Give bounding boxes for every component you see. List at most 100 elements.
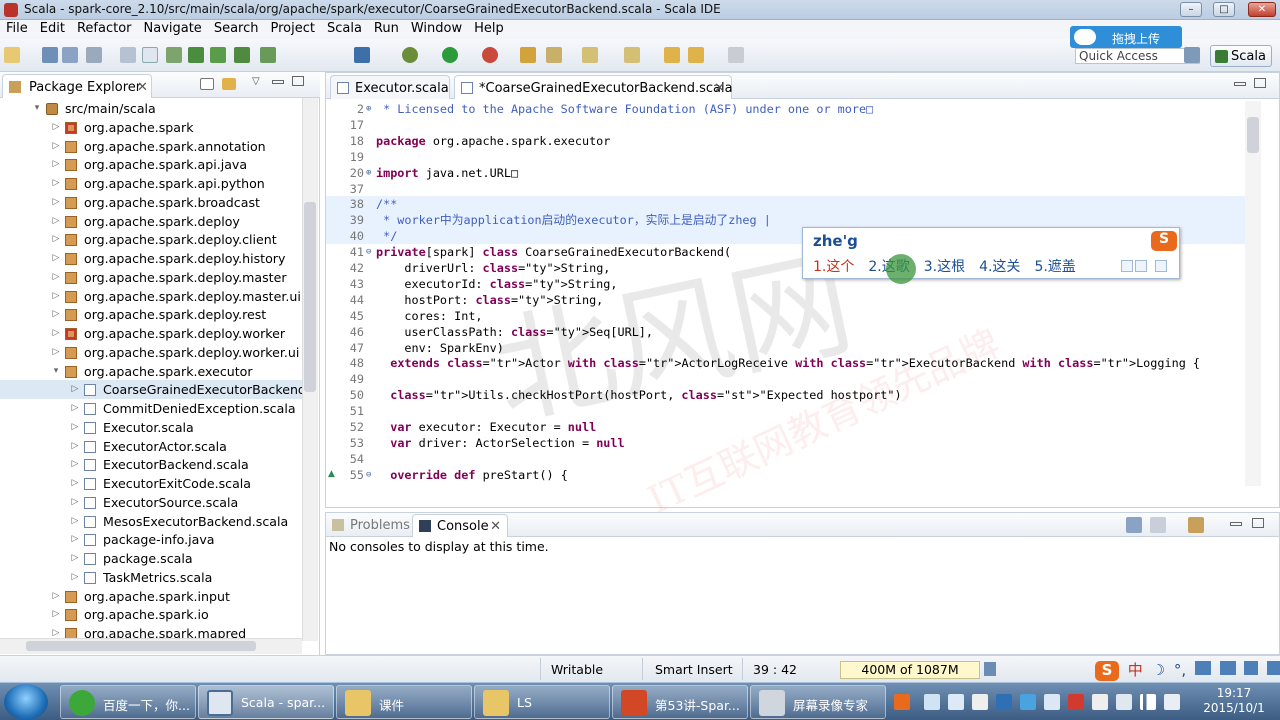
network-tray-icon[interactable] [924, 694, 940, 710]
menu-refactor[interactable]: Refactor [71, 20, 138, 36]
save-icon[interactable] [42, 47, 58, 63]
tree-item[interactable]: ▷ TaskMetrics.scala [0, 568, 302, 587]
taskbar-item-scala-ide[interactable]: Scala - spar... [198, 685, 334, 719]
tree-item[interactable]: ▾ src/main/scala [0, 99, 302, 118]
debug-icon[interactable] [402, 47, 418, 63]
power-icon[interactable] [1116, 694, 1132, 710]
code-line[interactable]: 52 var executor: Executor = null [326, 419, 1256, 435]
expanded-arrow-icon[interactable]: ▾ [32, 99, 42, 118]
menu-search[interactable]: Search [208, 20, 265, 36]
sogou-tray-icon[interactable] [894, 694, 910, 710]
security-tray-icon[interactable] [1044, 694, 1060, 710]
collapsed-arrow-icon[interactable]: ▷ [51, 155, 61, 174]
code-line[interactable]: 38 /** [326, 196, 1256, 213]
tree-item[interactable]: ▷ CommitDeniedException.scala [0, 399, 302, 418]
open-type-icon[interactable] [520, 47, 536, 63]
code-line[interactable]: 37 [326, 181, 1256, 197]
collapsed-arrow-icon[interactable]: ▷ [70, 549, 80, 568]
tree-item[interactable]: ▷ org.apache.spark.deploy.client [0, 230, 302, 249]
tree-item[interactable]: ▷ ExecutorSource.scala [0, 493, 302, 512]
fold-toggle-icon[interactable]: ⊖ [366, 244, 376, 260]
menu-scala[interactable]: Scala [321, 20, 368, 36]
code-line[interactable]: 54 [326, 451, 1256, 467]
collapsed-arrow-icon[interactable]: ▷ [70, 418, 80, 437]
skin-icon[interactable] [1244, 661, 1259, 675]
code-line[interactable]: 19 [326, 149, 1256, 165]
run-icon[interactable] [442, 47, 458, 63]
tab-problems[interactable]: Problems [326, 514, 410, 537]
collapsed-arrow-icon[interactable]: ▷ [51, 118, 61, 137]
toggle-breadcrumb-icon[interactable] [166, 47, 182, 63]
taskbar-item-folder-kejian[interactable]: 课件 [336, 685, 472, 719]
new-scala-project-icon[interactable] [188, 47, 204, 63]
code-line[interactable]: 45 cores: Int, [326, 308, 1256, 324]
collapsed-arrow-icon[interactable]: ▷ [51, 587, 61, 606]
tree-item[interactable]: ▾ org.apache.spark.executor [0, 362, 302, 381]
display-console-icon[interactable] [1150, 517, 1166, 533]
tree-item[interactable]: ▷ org.apache.spark.deploy.master [0, 268, 302, 287]
tab-executor-scala[interactable]: Executor.scala [330, 75, 450, 99]
code-line[interactable]: 51 [326, 403, 1256, 419]
tree-item[interactable]: ▷ package.scala [0, 549, 302, 568]
tree-item[interactable]: ▷ org.apache.spark.deploy.rest [0, 305, 302, 324]
new-package-icon[interactable] [210, 47, 226, 63]
editor-vertical-scrollbar[interactable] [1245, 101, 1261, 486]
start-button[interactable] [4, 684, 48, 720]
tree-item[interactable]: ▷ ExecutorExitCode.scala [0, 474, 302, 493]
windows-tray-icon[interactable] [948, 694, 964, 710]
collapsed-arrow-icon[interactable]: ▷ [51, 193, 61, 212]
moon-icon[interactable]: ☽ [1152, 661, 1165, 679]
next-annotation-icon[interactable] [582, 47, 598, 63]
tree-item[interactable]: ▷ org.apache.spark.api.python [0, 174, 302, 193]
code-area[interactable]: 2 ⊕ * Licensed to the Apache Software Fou… [326, 101, 1256, 491]
collapsed-arrow-icon[interactable]: ▷ [51, 212, 61, 231]
tree-item[interactable]: ▷ org.apache.spark [0, 118, 302, 137]
minimize-view-icon[interactable] [272, 80, 284, 84]
open-console-icon[interactable] [1188, 517, 1204, 533]
menu-help[interactable]: Help [468, 20, 510, 36]
punctuation-icon[interactable]: °, [1174, 661, 1186, 679]
ime-candidate[interactable]: 1.这个 [813, 259, 854, 275]
code-line[interactable]: 46 userClassPath: class="ty">Seq[URL], [326, 324, 1256, 340]
new-scala-object-icon[interactable] [260, 47, 276, 63]
tree-item[interactable]: ▷ package-info.java [0, 530, 302, 549]
new-scala-class-icon[interactable] [234, 47, 250, 63]
pin-console-icon[interactable] [1126, 517, 1142, 533]
run-external-tools-icon[interactable] [482, 47, 498, 63]
fold-toggle-icon[interactable]: ⊕ [366, 165, 376, 181]
minimize-button[interactable]: – [1180, 2, 1202, 17]
editor-vertical-scroll-thumb[interactable] [1247, 117, 1259, 153]
tree-item[interactable]: ▷ org.apache.spark.deploy.worker [0, 324, 302, 343]
minimize-editor-icon[interactable] [1234, 82, 1246, 86]
scala-perspective-button[interactable]: Scala [1210, 45, 1272, 67]
ime-next-page-icon[interactable] [1135, 260, 1147, 272]
collapsed-arrow-icon[interactable]: ▷ [51, 249, 61, 268]
tree-item[interactable]: ▷ org.apache.spark.broadcast [0, 193, 302, 212]
ime-candidate[interactable]: 4.这关 [979, 259, 1020, 275]
close-icon[interactable]: ✕ [137, 80, 148, 95]
close-icon[interactable]: ✕ [714, 81, 725, 96]
keyboard-icon[interactable] [1194, 661, 1211, 675]
tree-item[interactable]: ▷ org.apache.spark.input [0, 587, 302, 606]
fold-toggle-icon[interactable]: ⊖ [366, 467, 376, 483]
drag-upload-button[interactable]: 拖拽上传 [1070, 26, 1182, 48]
collapse-all-icon[interactable] [200, 78, 214, 90]
skip-breakpoints-icon[interactable] [354, 47, 370, 63]
close-window-button[interactable]: ✕ [1248, 2, 1276, 17]
tree-item[interactable]: ▷ org.apache.spark.api.java [0, 155, 302, 174]
menu-edit[interactable]: Edit [34, 20, 71, 36]
collapsed-arrow-icon[interactable]: ▷ [51, 343, 61, 362]
collapsed-arrow-icon[interactable]: ▷ [70, 493, 80, 512]
save-all-icon[interactable] [62, 47, 78, 63]
package-explorer-horizontal-scroll-thumb[interactable] [26, 641, 256, 651]
quick-access-input[interactable]: Quick Access [1075, 48, 1200, 64]
collapsed-arrow-icon[interactable]: ▷ [70, 530, 80, 549]
tree-item[interactable]: ▷ org.apache.spark.deploy.worker.ui [0, 343, 302, 362]
code-line[interactable]: 48 extends class="tr">Actor with class="… [326, 355, 1256, 371]
clock[interactable]: 19:17 2015/10/1 [1192, 686, 1276, 716]
maximize-editor-icon[interactable] [1254, 78, 1266, 88]
search-icon[interactable] [546, 47, 562, 63]
console-view-icon[interactable] [120, 47, 136, 63]
tree-item[interactable]: ▷ org.apache.spark.deploy [0, 212, 302, 231]
collapsed-arrow-icon[interactable]: ▷ [51, 324, 61, 343]
